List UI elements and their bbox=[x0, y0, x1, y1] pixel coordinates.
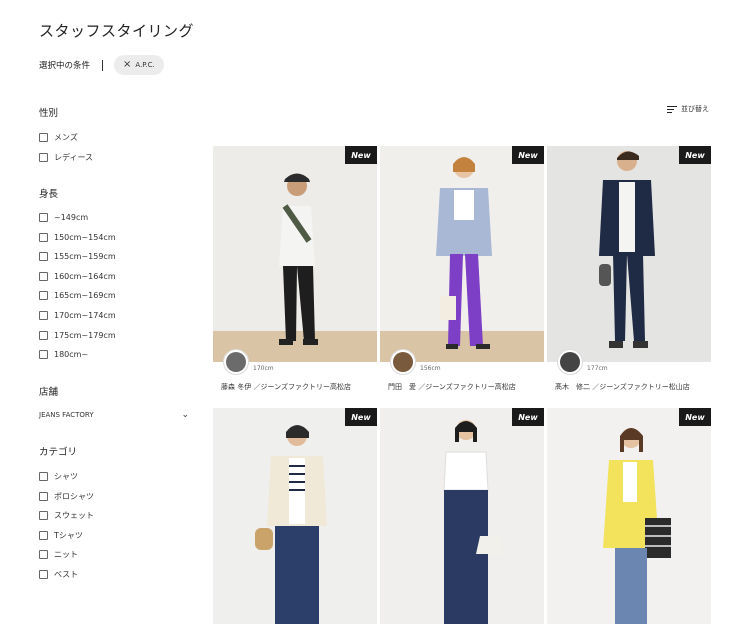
condition-chip[interactable]: × A.P.C. bbox=[114, 55, 164, 75]
option-label: 175cm~179cm bbox=[54, 331, 116, 340]
sort-button[interactable]: 並び替え bbox=[667, 104, 709, 114]
styling-card[interactable]: New bbox=[547, 408, 711, 624]
staff-name[interactable]: 門田 愛 ／ジーンズファクトリー高松店 bbox=[388, 382, 516, 392]
new-badge: New bbox=[679, 146, 711, 164]
checkbox[interactable] bbox=[39, 570, 48, 579]
filter-option-gender[interactable]: レディース bbox=[39, 152, 93, 163]
checkbox[interactable] bbox=[39, 531, 48, 540]
filter-option-height[interactable]: 165cm~169cm bbox=[39, 291, 116, 300]
new-badge: New bbox=[512, 146, 544, 164]
filter-option-category[interactable]: スウェット bbox=[39, 510, 94, 521]
staff-height: 156cm bbox=[420, 365, 441, 372]
option-label: レディース bbox=[54, 153, 94, 162]
checkbox[interactable] bbox=[39, 350, 48, 359]
checkbox[interactable] bbox=[39, 213, 48, 222]
option-label: スウェット bbox=[54, 511, 94, 520]
conditions-label: 選択中の条件 bbox=[39, 61, 91, 71]
store-select-value: JEANS FACTORY bbox=[39, 411, 94, 419]
new-badge: New bbox=[345, 408, 377, 426]
filter-option-height[interactable]: 175cm~179cm bbox=[39, 331, 116, 340]
staff-height: 177cm bbox=[587, 365, 608, 372]
sort-label: 並び替え bbox=[681, 105, 709, 113]
page-title: スタッフスタイリング bbox=[39, 22, 195, 40]
store-select[interactable]: JEANS FACTORY ⌄ bbox=[39, 410, 189, 420]
checkbox[interactable] bbox=[39, 311, 48, 320]
filter-title-category: カテゴリ bbox=[39, 447, 78, 458]
checkbox[interactable] bbox=[39, 331, 48, 340]
filter-option-category[interactable]: ベスト bbox=[39, 569, 78, 580]
option-label: ~149cm bbox=[54, 213, 89, 222]
filter-option-height[interactable]: ~149cm bbox=[39, 213, 88, 222]
checkbox[interactable] bbox=[39, 272, 48, 281]
avatar bbox=[390, 349, 416, 375]
filter-option-height[interactable]: 150cm~154cm bbox=[39, 233, 116, 242]
option-label: Tシャツ bbox=[54, 531, 83, 540]
filter-title-height: 身長 bbox=[39, 189, 59, 200]
sort-icon bbox=[667, 105, 677, 114]
new-badge: New bbox=[345, 146, 377, 164]
styling-card[interactable]: New 170cm 藤森 冬伊 ／ジーンズファクトリー高松店 bbox=[213, 146, 377, 391]
option-label: 160cm~164cm bbox=[54, 272, 116, 281]
styling-photo[interactable]: New bbox=[213, 146, 377, 362]
checkbox[interactable] bbox=[39, 291, 48, 300]
chevron-down-icon: ⌄ bbox=[181, 410, 189, 420]
filter-option-height[interactable]: 155cm~159cm bbox=[39, 252, 116, 261]
filter-title-gender: 性別 bbox=[39, 108, 59, 119]
styling-photo[interactable]: New bbox=[380, 408, 544, 624]
option-label: 170cm~174cm bbox=[54, 311, 116, 320]
checkbox[interactable] bbox=[39, 511, 48, 520]
checkbox[interactable] bbox=[39, 550, 48, 559]
avatar bbox=[557, 349, 583, 375]
option-label: 165cm~169cm bbox=[54, 291, 116, 300]
staff-name[interactable]: 髙木 修二 ／ジーンズファクトリー松山店 bbox=[555, 382, 690, 392]
option-label: メンズ bbox=[54, 133, 78, 142]
condition-chip-label: A.P.C. bbox=[135, 61, 155, 69]
filter-option-gender[interactable]: メンズ bbox=[39, 132, 78, 143]
styling-card[interactable]: New 156cm 門田 愛 ／ジーンズファクトリー高松店 bbox=[380, 146, 544, 391]
option-label: シャツ bbox=[54, 472, 78, 481]
styling-photo[interactable]: New bbox=[547, 408, 711, 624]
checkbox[interactable] bbox=[39, 472, 48, 481]
checkbox[interactable] bbox=[39, 492, 48, 501]
filter-option-height[interactable]: 180cm~ bbox=[39, 350, 88, 359]
staff-height: 170cm bbox=[253, 365, 274, 372]
divider bbox=[102, 59, 104, 71]
option-label: ポロシャツ bbox=[54, 492, 94, 501]
option-label: 180cm~ bbox=[54, 350, 89, 359]
filter-option-category[interactable]: Tシャツ bbox=[39, 530, 83, 541]
styling-card[interactable]: New 177cm 髙木 修二 ／ジーンズファクトリー松山店 bbox=[547, 146, 711, 391]
option-label: ニット bbox=[54, 550, 78, 559]
styling-card[interactable]: New bbox=[380, 408, 544, 624]
filter-option-category[interactable]: シャツ bbox=[39, 471, 78, 482]
checkbox[interactable] bbox=[39, 233, 48, 242]
selected-conditions: 選択中の条件 × A.P.C. bbox=[39, 54, 164, 76]
checkbox[interactable] bbox=[39, 133, 48, 142]
filter-option-category[interactable]: ポロシャツ bbox=[39, 491, 94, 502]
staff-name[interactable]: 藤森 冬伊 ／ジーンズファクトリー高松店 bbox=[221, 382, 351, 392]
checkbox[interactable] bbox=[39, 153, 48, 162]
option-label: ベスト bbox=[54, 570, 79, 579]
filter-option-category[interactable]: ニット bbox=[39, 549, 78, 560]
new-badge: New bbox=[512, 408, 544, 426]
close-icon[interactable]: × bbox=[123, 60, 131, 70]
avatar bbox=[223, 349, 249, 375]
filter-option-height[interactable]: 170cm~174cm bbox=[39, 311, 116, 320]
styling-photo[interactable]: New bbox=[380, 146, 544, 362]
filter-title-store: 店舗 bbox=[39, 387, 59, 398]
styling-photo[interactable]: New bbox=[213, 408, 377, 624]
checkbox[interactable] bbox=[39, 252, 48, 261]
filter-option-height[interactable]: 160cm~164cm bbox=[39, 272, 116, 281]
styling-photo[interactable]: New bbox=[547, 146, 711, 362]
option-label: 150cm~154cm bbox=[54, 233, 116, 242]
option-label: 155cm~159cm bbox=[54, 252, 116, 261]
new-badge: New bbox=[679, 408, 711, 426]
styling-card[interactable]: New bbox=[213, 408, 377, 624]
